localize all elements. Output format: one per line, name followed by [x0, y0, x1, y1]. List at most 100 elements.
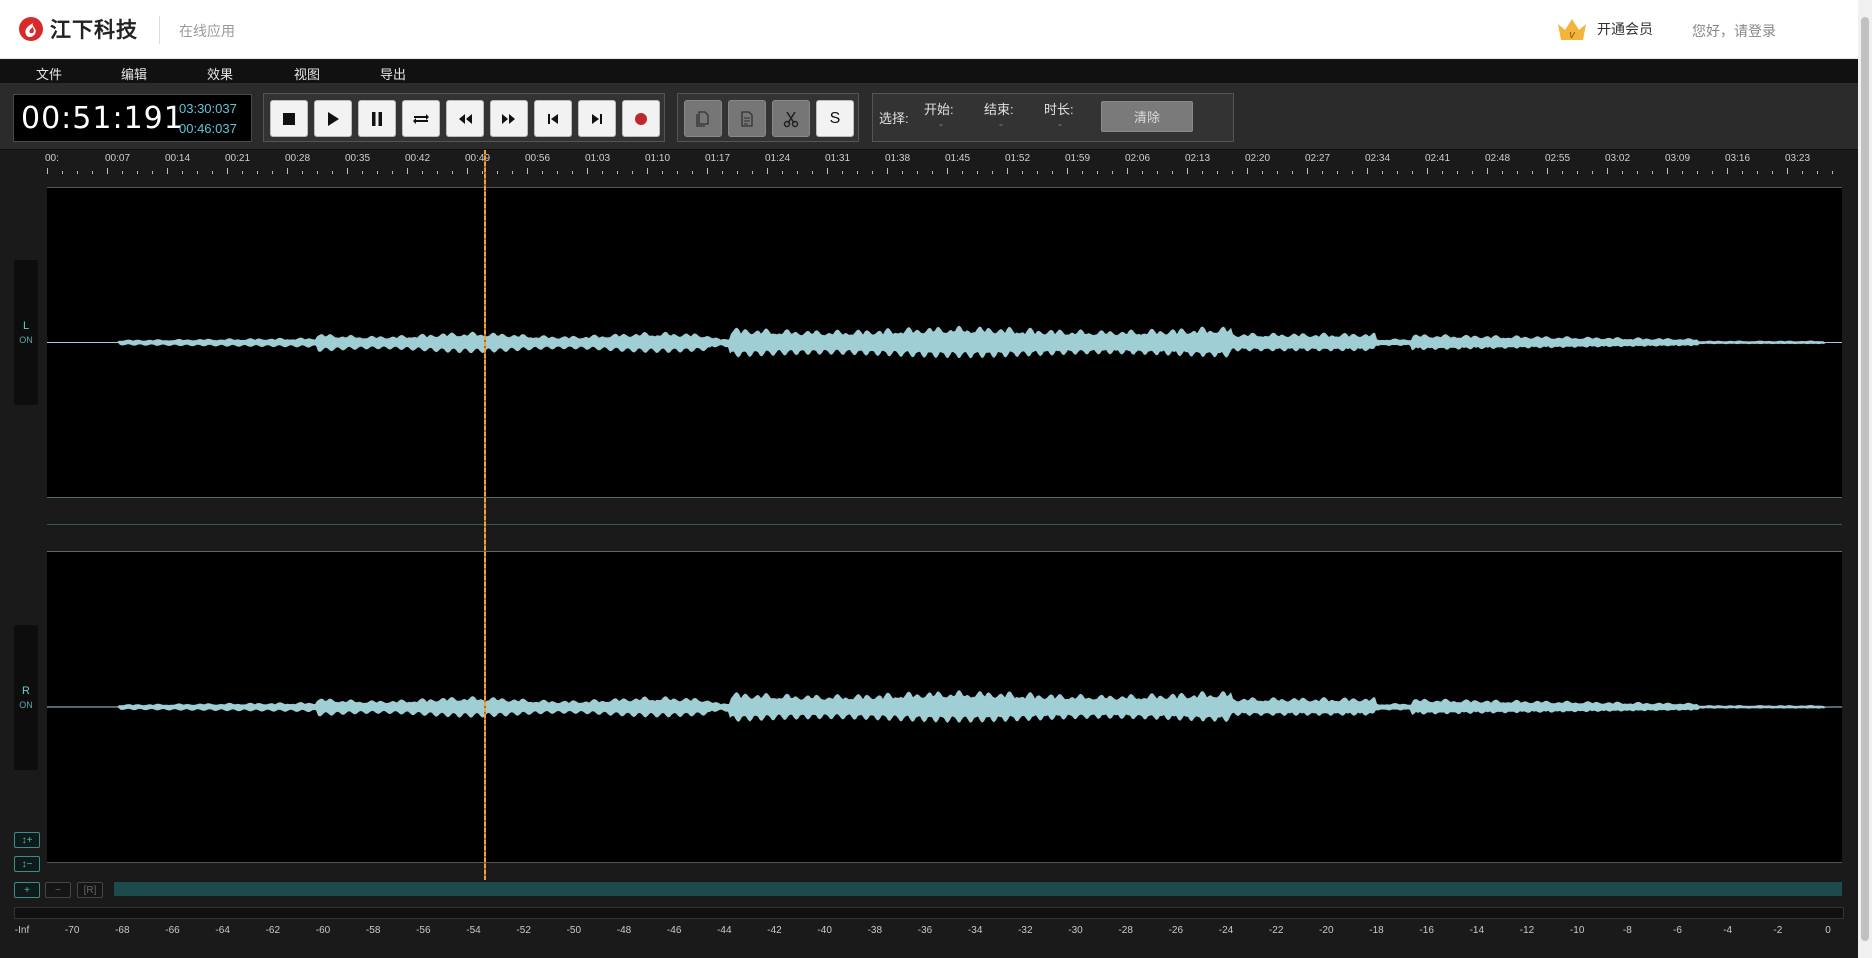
meter-label: -Inf: [14, 925, 30, 936]
ruler-tick: [1637, 171, 1638, 174]
ruler-tick: [707, 168, 708, 174]
ruler-tick: [602, 171, 603, 174]
left-channel-toggle[interactable]: L ON: [14, 260, 38, 405]
loop-button[interactable]: [402, 100, 440, 137]
meter-label: -44: [717, 925, 732, 936]
skip-end-button[interactable]: [578, 100, 616, 137]
ruler-tick: [1802, 171, 1803, 174]
ruler-tick: [1322, 171, 1323, 174]
playhead-cursor[interactable]: [484, 150, 486, 880]
ruler-tick: [1427, 168, 1428, 174]
ruler-tick: [797, 171, 798, 174]
ruler-label: 03:16: [1725, 153, 1751, 164]
selection-end-label: 结束:: [984, 102, 1014, 117]
meter-label: -18: [1369, 925, 1384, 936]
ruler-label: 02:06: [1125, 153, 1151, 164]
page-scrollbar[interactable]: [1858, 0, 1872, 958]
ruler-tick: [1817, 171, 1818, 174]
meter-label: -54: [466, 925, 481, 936]
top-header: 江下科技 在线应用 v 开通会员 您好，请登录: [0, 0, 1858, 59]
transport-group: [263, 93, 665, 142]
ruler-tick: [737, 171, 738, 174]
paste-button[interactable]: [728, 100, 766, 137]
ruler-tick: [1202, 171, 1203, 174]
waveform-left-channel[interactable]: [47, 188, 1842, 497]
horizontal-scrollbar[interactable]: [14, 907, 1844, 919]
meter-label: -46: [666, 925, 682, 936]
ruler-label: 01:03: [585, 153, 611, 164]
selection-end-value: -: [999, 117, 1003, 131]
stop-icon: [283, 112, 295, 125]
ruler-tick: [152, 171, 153, 174]
menu-file[interactable]: 文件: [36, 64, 62, 83]
ruler-tick: [317, 171, 318, 174]
ruler-tick: [1382, 171, 1383, 174]
meter-label: -30: [1068, 925, 1083, 936]
skip-start-button[interactable]: [534, 100, 572, 137]
login-link[interactable]: 您好，请登录: [1692, 21, 1776, 41]
ruler-label: 01:10: [645, 153, 671, 164]
meter-label: -62: [265, 925, 281, 936]
timeline-overview-bar[interactable]: [114, 882, 1842, 896]
ruler-tick: [1352, 171, 1353, 174]
ruler-tick: [647, 168, 648, 174]
ruler-tick: [1007, 168, 1008, 174]
waveform-left: [47, 325, 1842, 359]
menu-view[interactable]: 视图: [294, 64, 320, 83]
ruler-tick: [752, 171, 753, 174]
vertical-zoom-out-button[interactable]: ↕−: [14, 856, 40, 872]
ruler-tick: [1787, 168, 1788, 174]
ruler-tick: [662, 171, 663, 174]
ruler-label: 01:24: [765, 153, 791, 164]
silence-button[interactable]: S: [816, 100, 854, 137]
ruler-tick: [347, 168, 348, 174]
record-button[interactable]: [622, 100, 660, 137]
ruler-tick: [842, 171, 843, 174]
menu-edit[interactable]: 编辑: [121, 64, 147, 83]
ruler-tick: [1367, 168, 1368, 174]
right-channel-letter: R: [22, 685, 30, 697]
page-scrollbar-thumb[interactable]: [1861, 17, 1869, 941]
ruler-tick: [272, 171, 273, 174]
meter-label: -34: [967, 925, 983, 936]
loop-icon: [413, 113, 429, 124]
copy-icon: [696, 110, 709, 127]
zoom-out-button[interactable]: −: [45, 882, 71, 898]
waveform-right-channel[interactable]: [47, 552, 1842, 862]
clear-selection-button[interactable]: 清除: [1101, 101, 1193, 132]
ruler-tick: [1037, 171, 1038, 174]
meter-label: -64: [215, 925, 230, 936]
brand-logo[interactable]: 江下科技: [18, 14, 138, 44]
ruler-tick: [1757, 171, 1758, 174]
ruler-tick: [572, 171, 573, 174]
pause-button[interactable]: [358, 100, 396, 137]
vip-button[interactable]: v 开通会员: [1556, 16, 1653, 42]
ruler-label: 02:27: [1305, 153, 1331, 164]
ruler-tick: [932, 171, 933, 174]
copy-button[interactable]: [684, 100, 722, 137]
ruler-tick: [1337, 171, 1338, 174]
vertical-zoom-in-button[interactable]: ↕+: [14, 832, 40, 848]
ruler-tick: [1652, 171, 1653, 174]
timeline-ruler[interactable]: 00: 00:07 00:14 00:21 00:28 00:35 00:42 00:49 00…: [45, 150, 1842, 174]
fast-forward-button[interactable]: [490, 100, 528, 137]
crown-icon: v: [1558, 19, 1586, 41]
menu-effects[interactable]: 效果: [207, 64, 233, 83]
menu-export[interactable]: 导出: [380, 64, 406, 83]
ruler-tick: [467, 168, 468, 174]
ruler-tick: [197, 171, 198, 174]
ruler-tick: [1487, 168, 1488, 174]
play-button[interactable]: [314, 100, 352, 137]
right-channel-toggle[interactable]: R ON: [14, 625, 38, 770]
zoom-in-button[interactable]: +: [14, 882, 40, 898]
rewind-button[interactable]: [446, 100, 484, 137]
stop-button[interactable]: [270, 100, 308, 137]
zoom-reset-button[interactable]: [R]: [77, 882, 103, 898]
play-icon: [328, 111, 339, 126]
ruler-tick: [1232, 171, 1233, 174]
ruler-tick: [1052, 171, 1053, 174]
meter-label: -22: [1268, 925, 1284, 936]
cut-button[interactable]: [772, 100, 810, 137]
paste-icon: [741, 110, 753, 127]
ruler-tick: [1112, 171, 1113, 174]
